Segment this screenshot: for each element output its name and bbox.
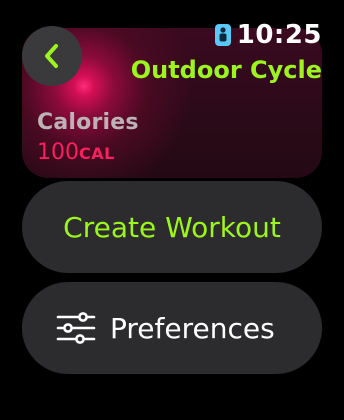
calories-label: Calories (37, 110, 139, 135)
clock-time: 10:25 (236, 20, 322, 50)
status-bar: 10:25 (214, 20, 322, 50)
calories-unit: CAL (79, 144, 115, 163)
preferences-button[interactable]: Preferences (22, 282, 322, 374)
page-title: Outdoor Cycle (130, 56, 322, 84)
back-button[interactable] (22, 26, 82, 86)
create-workout-button[interactable]: Create Workout (22, 181, 322, 273)
preferences-label: Preferences (110, 311, 275, 345)
running-person-icon (214, 24, 231, 46)
chevron-left-icon (45, 44, 58, 68)
sliders-icon (56, 312, 96, 344)
calories-value: 100CAL (37, 140, 115, 165)
watch-screen: Calories 100CAL 10:25 Outdoor Cycle Crea… (0, 0, 344, 420)
create-workout-label: Create Workout (63, 210, 281, 244)
calories-number: 100 (37, 140, 79, 165)
